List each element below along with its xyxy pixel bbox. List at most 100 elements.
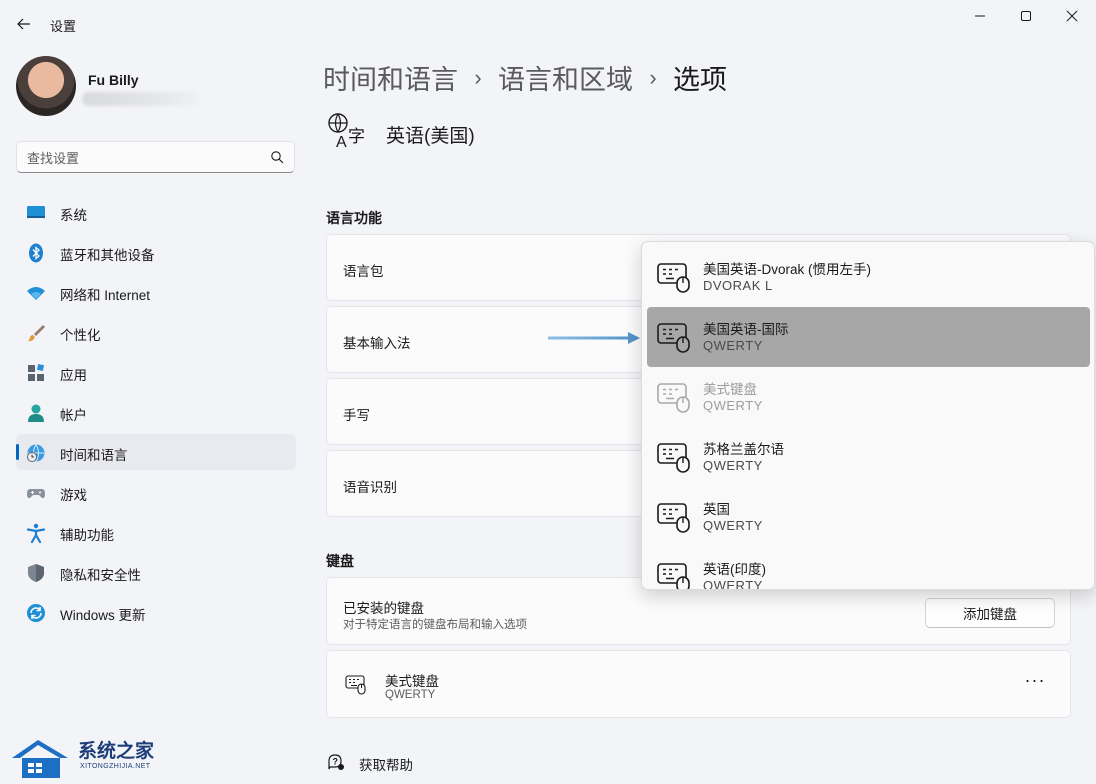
section-title-language-features: 语言功能	[326, 210, 382, 226]
dropdown-item-disabled: 美式键盘 QWERTY	[647, 367, 1090, 427]
back-button[interactable]	[12, 12, 36, 36]
house-logo-icon	[12, 740, 68, 778]
dropdown-item[interactable]: 英国 QWERTY	[647, 487, 1090, 547]
sidebar-item-windows-update[interactable]: Windows 更新	[16, 594, 296, 630]
annotation-arrow-icon	[548, 332, 640, 344]
sidebar-nav: 系统 蓝牙和其他设备 网络和 Internet 个性化 应用 帐户 时间和语言 …	[16, 194, 296, 634]
dropdown-item-name: 英语(印度)	[703, 562, 766, 577]
sidebar-item-accessibility[interactable]: 辅助功能	[16, 514, 296, 550]
dropdown-item-layout: QWERTY	[703, 518, 763, 533]
sidebar-item-gaming[interactable]: 游戏	[16, 474, 296, 510]
dropdown-item-name: 英国	[703, 502, 730, 517]
sidebar-item-label: 蓝牙和其他设备	[60, 248, 155, 263]
sidebar-item-time-language[interactable]: 时间和语言	[16, 434, 296, 470]
brush-icon	[28, 325, 45, 342]
svg-text:A: A	[336, 134, 347, 150]
sidebar-item-personalization[interactable]: 个性化	[16, 314, 296, 350]
sidebar-item-label: 辅助功能	[60, 528, 114, 543]
more-options-button[interactable]: ···	[1023, 671, 1047, 697]
app-title: 设置	[50, 19, 77, 34]
get-help-label: 获取帮助	[359, 758, 413, 773]
dropdown-item[interactable]: 美国英语-Dvorak (惯用左手) DVORAK L	[647, 247, 1090, 307]
dropdown-item[interactable]: 英语(印度) QWERTY	[647, 547, 1090, 590]
breadcrumb-current: 选项	[673, 65, 727, 95]
keyboard-item-name: 美式键盘	[385, 674, 439, 689]
dropdown-item-name: 美国英语-国际	[703, 322, 789, 337]
sidebar-item-system[interactable]: 系统	[16, 194, 296, 230]
add-keyboard-button[interactable]: 添加键盘	[925, 598, 1055, 628]
sidebar-item-label: 帐户	[60, 408, 87, 423]
avatar[interactable]	[16, 56, 76, 116]
sidebar-item-apps[interactable]: 应用	[16, 354, 296, 390]
apps-icon	[28, 363, 45, 381]
accessibility-icon	[26, 523, 46, 543]
user-name: Fu Billy	[88, 72, 139, 88]
search-input[interactable]	[27, 148, 257, 168]
close-button[interactable]	[1056, 6, 1088, 28]
breadcrumb-separator: ›	[474, 64, 482, 90]
sidebar-item-label: 个性化	[60, 328, 101, 343]
dropdown-item-name: 苏格兰盖尔语	[703, 442, 784, 457]
sidebar-item-label: 时间和语言	[60, 448, 128, 463]
user-email-blurred	[82, 92, 198, 106]
section-title-keyboard: 键盘	[326, 553, 354, 569]
dropdown-item-selected[interactable]: 美国英语-国际 QWERTY	[647, 307, 1090, 367]
keyboard-icon	[657, 263, 690, 293]
language-icon: A 字	[328, 113, 365, 150]
help-icon: ?	[328, 754, 344, 770]
breadcrumb-separator: ›	[649, 64, 657, 90]
row-label: 语音识别	[343, 480, 397, 495]
bluetooth-icon	[29, 243, 43, 263]
breadcrumb-item-time-language[interactable]: 时间和语言	[323, 65, 458, 95]
dropdown-item-name: 美国英语-Dvorak (惯用左手)	[703, 262, 871, 277]
back-arrow-icon	[17, 18, 30, 30]
sidebar-item-accounts[interactable]: 帐户	[16, 394, 296, 430]
minimize-button[interactable]	[964, 6, 996, 28]
keyboard-dropdown-list[interactable]: 美国英语-Dvorak (惯用左手) DVORAK L 美国英语-国际 QWER…	[641, 241, 1095, 590]
row-label: 语言包	[343, 264, 384, 279]
sidebar-item-network[interactable]: 网络和 Internet	[16, 274, 296, 310]
maximize-button[interactable]	[1010, 6, 1042, 28]
dropdown-item-layout: QWERTY	[703, 398, 763, 413]
update-icon	[27, 604, 45, 622]
breadcrumb-item-language-region[interactable]: 语言和区域	[498, 65, 633, 95]
row-label: 手写	[343, 408, 370, 423]
watermark-title: 系统之家	[78, 741, 155, 762]
dropdown-item[interactable]: 苏格兰盖尔语 QWERTY	[647, 427, 1090, 487]
title-bar: 设置	[0, 0, 1096, 48]
svg-text:字: 字	[348, 127, 365, 147]
keyboard-icon	[657, 323, 690, 353]
keyboard-icon	[657, 503, 690, 533]
keyboard-icon	[345, 675, 366, 695]
watermark-logo: 系统之家 XITONGZHIJIA.NET	[8, 736, 158, 780]
installed-keyboards-desc: 对于特定语言的键盘布局和输入选项	[343, 619, 527, 631]
sidebar-item-label: 系统	[60, 208, 87, 223]
svg-text:?: ?	[333, 757, 339, 767]
maximize-icon	[1021, 11, 1031, 21]
keyboard-item-layout: QWERTY	[385, 689, 436, 701]
search-box[interactable]	[16, 141, 295, 173]
sidebar-item-label: Windows 更新	[60, 608, 146, 623]
sidebar-item-label: 网络和 Internet	[60, 288, 151, 303]
sidebar-item-label: 游戏	[60, 488, 87, 503]
language-title: 英语(美国)	[386, 126, 475, 147]
keyboard-icon	[657, 443, 690, 473]
time-language-icon	[27, 444, 45, 462]
minimize-icon	[975, 15, 985, 17]
account-icon	[28, 404, 44, 422]
sidebar-item-privacy[interactable]: 隐私和安全性	[16, 554, 296, 590]
search-icon	[271, 151, 284, 164]
system-icon	[27, 206, 45, 218]
dropdown-item-layout: DVORAK L	[703, 278, 773, 293]
gamepad-icon	[27, 489, 45, 499]
breadcrumb: 时间和语言 › 语言和区域 › 选项	[323, 58, 727, 96]
wifi-icon	[27, 287, 45, 300]
sidebar-item-label: 应用	[60, 368, 87, 383]
sidebar-item-bluetooth[interactable]: 蓝牙和其他设备	[16, 234, 296, 270]
keyboard-item-row[interactable]: 美式键盘 QWERTY ···	[326, 650, 1071, 718]
dropdown-item-layout: QWERTY	[703, 458, 763, 473]
close-icon	[1066, 10, 1078, 22]
dropdown-item-layout: QWERTY	[703, 578, 763, 590]
installed-keyboards-label: 已安装的键盘	[343, 601, 424, 616]
row-label: 基本输入法	[343, 336, 411, 351]
